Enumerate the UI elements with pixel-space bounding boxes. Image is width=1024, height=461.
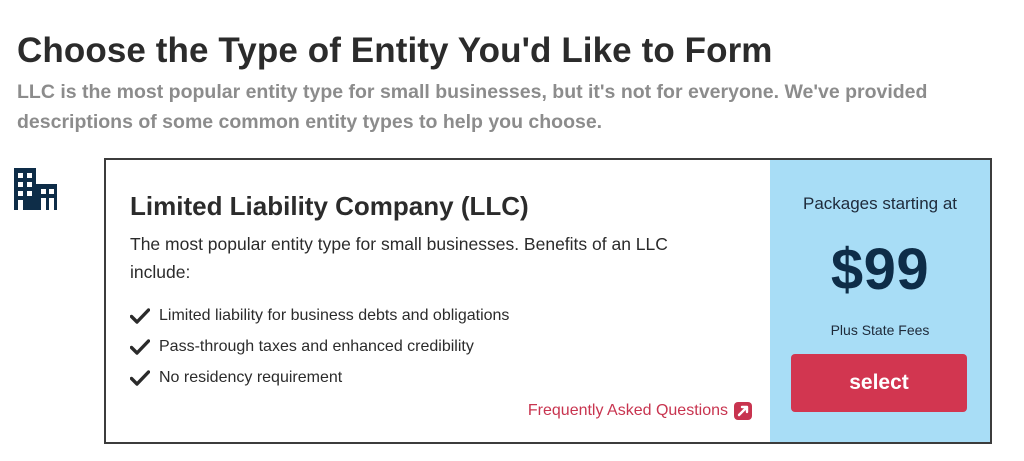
card-body: Limited Liability Company (LLC) The most… xyxy=(106,160,770,442)
entity-title: Limited Liability Company (LLC) xyxy=(130,191,529,221)
benefit-text: Limited liability for business debts and… xyxy=(159,306,510,324)
state-fees-note: Plus State Fees xyxy=(830,322,930,338)
checkmark-icon xyxy=(129,307,151,324)
pricing-panel: Packages starting at $99 Plus State Fees… xyxy=(770,160,990,442)
package-price: $99 xyxy=(830,237,930,302)
pricing-caption: Packages starting at xyxy=(802,194,958,213)
benefits-list: Limited liability for business debts and… xyxy=(129,300,510,393)
entity-description: The most popular entity type for small b… xyxy=(130,234,668,282)
checkmark-icon xyxy=(129,338,151,355)
page: Choose the Type of Entity You'd Like to … xyxy=(0,0,1024,461)
page-title: Choose the Type of Entity You'd Like to … xyxy=(17,31,773,70)
checkmark-icon xyxy=(129,369,151,386)
external-link-icon xyxy=(734,402,752,420)
page-subtitle: LLC is the most popular entity type for … xyxy=(17,81,928,133)
benefit-text: No residency requirement xyxy=(159,368,343,386)
building-icon xyxy=(14,168,58,212)
llc-entity-card: Limited Liability Company (LLC) The most… xyxy=(104,158,992,444)
benefit-item: Limited liability for business debts and… xyxy=(129,300,510,331)
select-button[interactable]: select xyxy=(791,354,967,412)
benefit-text: Pass-through taxes and enhanced credibil… xyxy=(159,337,474,355)
faq-link-label: Frequently Asked Questions xyxy=(527,402,728,419)
benefit-item: Pass-through taxes and enhanced credibil… xyxy=(129,331,509,362)
faq-link[interactable]: Frequently Asked Questions xyxy=(528,402,752,420)
benefit-item: No residency requirement xyxy=(129,362,509,393)
